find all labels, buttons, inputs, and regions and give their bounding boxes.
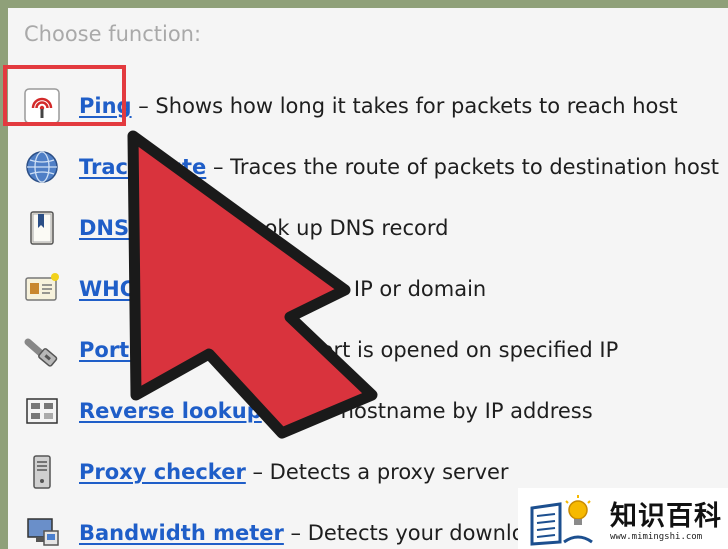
- watermark-text: 知识百科: [610, 501, 722, 532]
- ping-icon[interactable]: [22, 86, 62, 126]
- dns-lookup-description: – Look up DNS record: [216, 216, 449, 240]
- watermark: 知识百科 www.mimingshi.com: [518, 488, 728, 549]
- port-check-link[interactable]: Port check: [79, 338, 205, 362]
- proxy-checker-description: – Detects a proxy server: [245, 460, 509, 484]
- ping-link[interactable]: Ping: [79, 94, 132, 118]
- ping-description: – Shows how long it takes for packets to…: [131, 94, 678, 118]
- server-window-icon[interactable]: [22, 391, 62, 431]
- traceroute-link[interactable]: Traceroute: [79, 155, 206, 179]
- reverse-lookup-description: – Gets hostname by IP address: [261, 399, 593, 423]
- reverse-lookup-link[interactable]: Reverse lookup: [79, 399, 262, 423]
- proxy-checker-link[interactable]: Proxy checker: [79, 460, 246, 484]
- bandwidth-meter-link[interactable]: Bandwidth meter: [79, 521, 284, 545]
- panel-heading: Choose function:: [24, 22, 202, 46]
- whois-description: – Gets info for an IP or domain: [160, 277, 487, 301]
- globe-icon[interactable]: [22, 147, 62, 187]
- watermark-url: www.mimingshi.com: [610, 532, 703, 542]
- function-panel: Choose function: Ping – Shows how long i…: [8, 8, 728, 549]
- network-plug-icon[interactable]: [22, 330, 62, 370]
- proxy-server-icon[interactable]: [22, 452, 62, 492]
- traceroute-description: – Traces the route of packets to destina…: [206, 155, 720, 179]
- id-card-icon[interactable]: [22, 269, 62, 309]
- book-lightbulb-logo: [530, 495, 593, 546]
- dns-book-icon[interactable]: [22, 208, 62, 248]
- monitor-icon[interactable]: [22, 513, 62, 549]
- dns-lookup-link[interactable]: DNS lookup: [79, 216, 216, 240]
- whois-link[interactable]: WHOIS: [79, 277, 161, 301]
- port-check-description: – Tests if port is opened on specified I…: [204, 338, 619, 362]
